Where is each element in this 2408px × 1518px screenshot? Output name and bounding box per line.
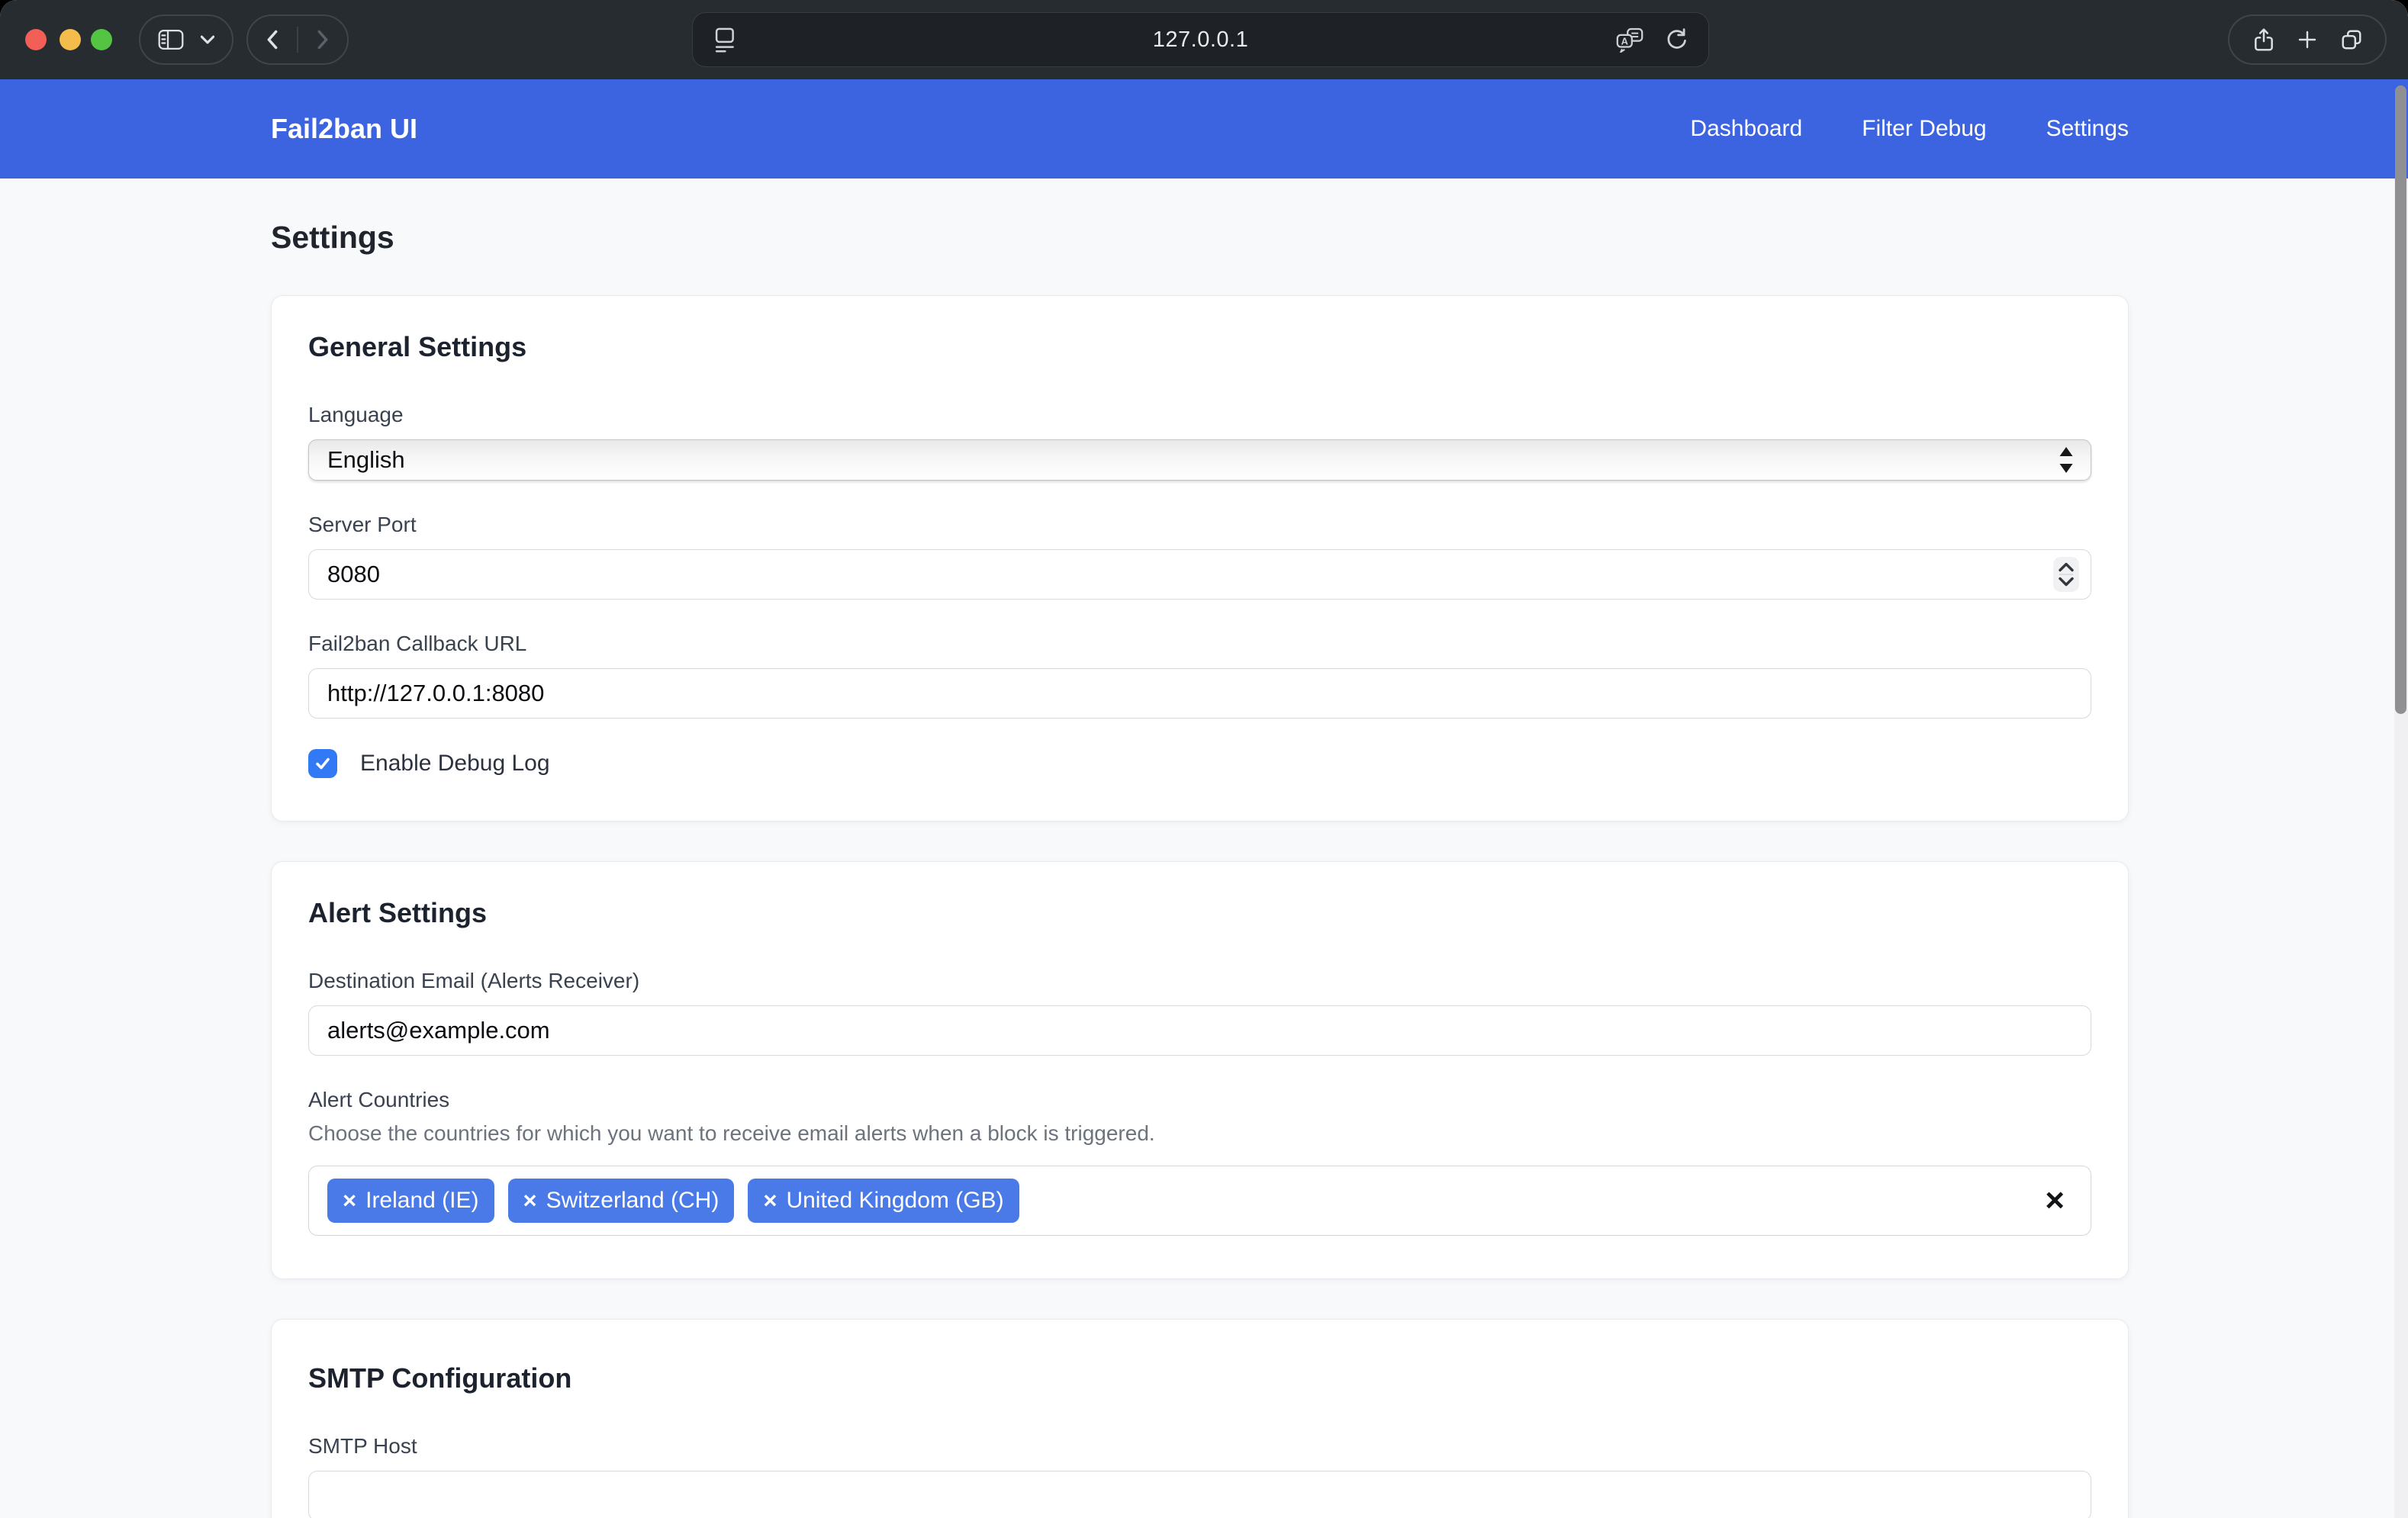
new-tab-button[interactable] (2297, 30, 2317, 50)
country-tag[interactable]: × Switzerland (CH) (508, 1179, 735, 1223)
nav-link-filter-debug[interactable]: Filter Debug (1862, 116, 1986, 142)
country-tag[interactable]: × Ireland (IE) (327, 1179, 494, 1223)
sidebar-toggle-button[interactable] (139, 14, 233, 65)
country-tag[interactable]: × United Kingdom (GB) (748, 1179, 1019, 1223)
alert-settings-heading: Alert Settings (308, 897, 2091, 929)
back-button[interactable] (267, 30, 278, 50)
general-settings-heading: General Settings (308, 331, 2091, 363)
language-select[interactable]: English (308, 439, 2091, 481)
server-port-input[interactable] (308, 549, 2091, 600)
destination-email-label: Destination Email (Alerts Receiver) (308, 969, 2091, 993)
tabs-icon (2340, 28, 2363, 51)
fullscreen-window-button[interactable] (91, 29, 112, 50)
page-settings-icon (716, 29, 733, 42)
share-icon (2252, 27, 2275, 52)
callback-url-input[interactable] (308, 668, 2091, 719)
reload-icon (1664, 27, 1688, 53)
sidebar-icon (158, 29, 184, 50)
browser-window: 127.0.0.1 A (0, 0, 2408, 1518)
smtp-configuration-card: SMTP Configuration SMTP Host (271, 1319, 2129, 1518)
remove-tag-icon[interactable]: × (763, 1187, 777, 1214)
address-bar[interactable]: 127.0.0.1 A (692, 12, 1709, 67)
page-settings-button[interactable] (714, 27, 737, 53)
url-text[interactable]: 127.0.0.1 (693, 27, 1708, 53)
country-tag-label: Switzerland (CH) (546, 1188, 720, 1214)
forward-button[interactable] (317, 30, 328, 50)
alert-countries-help: Choose the countries for which you want … (308, 1121, 2091, 1146)
number-stepper[interactable] (2053, 557, 2079, 592)
language-label: Language (308, 403, 2091, 427)
language-select-value: English (327, 446, 405, 474)
translate-button[interactable]: A (1615, 27, 1644, 53)
remove-tag-icon[interactable]: × (523, 1187, 537, 1214)
number-stepper-icon (2056, 559, 2076, 590)
remove-tag-icon[interactable]: × (343, 1187, 356, 1214)
country-tag-label: Ireland (IE) (365, 1188, 478, 1214)
page-title: Settings (271, 220, 2129, 256)
plus-icon (2297, 30, 2317, 50)
app-brand[interactable]: Fail2ban UI (271, 113, 417, 145)
debug-log-checkbox[interactable] (308, 749, 337, 778)
toolbar-actions-group (2228, 14, 2387, 65)
close-window-button[interactable] (25, 29, 47, 50)
server-port-label: Server Port (308, 513, 2091, 537)
destination-email-input[interactable] (308, 1005, 2091, 1056)
general-settings-card: General Settings Language English Server… (271, 295, 2129, 822)
history-nav-group (246, 14, 349, 65)
share-button[interactable] (2252, 27, 2275, 52)
translate-icon: A (1615, 27, 1644, 53)
select-arrows-icon (2059, 446, 2074, 474)
minimize-window-button[interactable] (60, 29, 81, 50)
svg-text:A: A (1621, 36, 1628, 47)
smtp-host-input[interactable] (308, 1471, 2091, 1518)
callback-url-label: Fail2ban Callback URL (308, 632, 2091, 656)
reload-button[interactable] (1664, 27, 1688, 53)
nav-link-settings[interactable]: Settings (2046, 116, 2129, 142)
tab-overview-button[interactable] (2340, 28, 2363, 51)
debug-log-label[interactable]: Enable Debug Log (360, 751, 550, 777)
alert-settings-card: Alert Settings Destination Email (Alerts… (271, 861, 2129, 1279)
app-navbar: Fail2ban UI Dashboard Filter Debug Setti… (0, 79, 2408, 178)
scrollbar-thumb[interactable] (2395, 85, 2406, 714)
smtp-host-label: SMTP Host (308, 1434, 2091, 1459)
alert-countries-label: Alert Countries (308, 1088, 2091, 1112)
browser-toolbar: 127.0.0.1 A (0, 0, 2408, 79)
toolbar-divider (297, 27, 298, 53)
country-tag-label: United Kingdom (GB) (786, 1188, 1003, 1214)
chevron-down-icon (201, 35, 214, 44)
alert-countries-multiselect[interactable]: × Ireland (IE) × Switzerland (CH) × Unit… (308, 1166, 2091, 1236)
checkmark-icon (314, 754, 332, 773)
nav-link-dashboard[interactable]: Dashboard (1690, 116, 1802, 142)
clear-all-icon[interactable]: × (2045, 1184, 2065, 1217)
smtp-configuration-heading: SMTP Configuration (308, 1362, 2091, 1394)
